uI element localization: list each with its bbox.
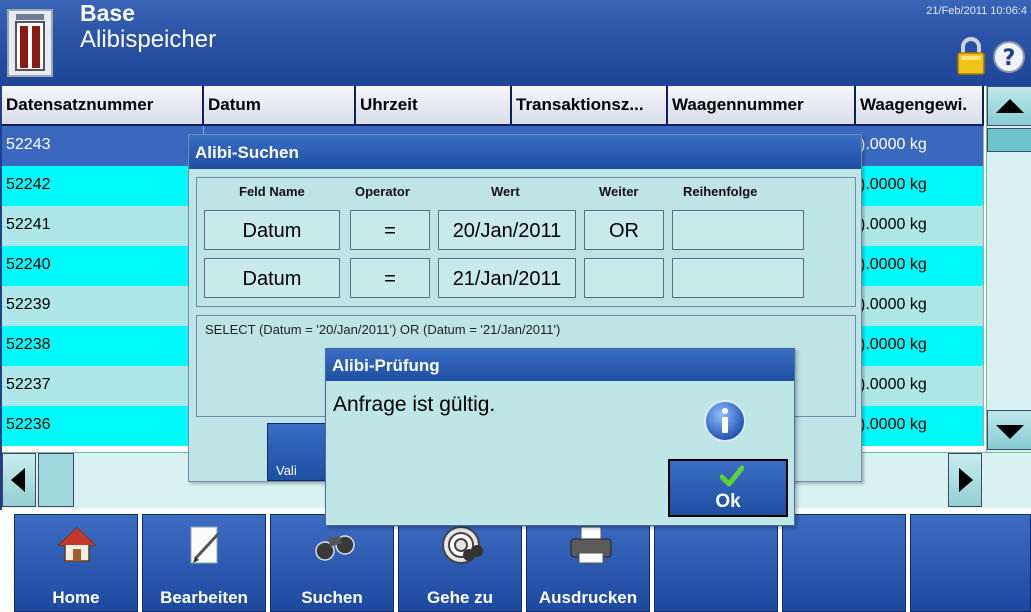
- empty-softkey[interactable]: [782, 514, 906, 612]
- goto-icon: [442, 526, 483, 564]
- search-criteria-grid: Feld Name Operator Wert Weiter Reihenfol…: [196, 177, 856, 307]
- column-label: Reihenfolge: [683, 184, 758, 199]
- column-header[interactable]: Datensatznummer: [2, 86, 204, 126]
- order-input[interactable]: [672, 210, 804, 250]
- record-number: 52239: [2, 286, 204, 326]
- order-input[interactable]: [672, 258, 804, 298]
- operator-input[interactable]: =: [350, 258, 430, 298]
- column-label: Operator: [355, 184, 410, 199]
- print-button[interactable]: Ausdrucken: [526, 514, 650, 612]
- ok-label: Ok: [715, 491, 741, 512]
- printer-icon: [570, 526, 612, 564]
- empty-softkey[interactable]: [910, 514, 1031, 612]
- edit-button[interactable]: Bearbeiten: [142, 514, 266, 612]
- empty-softkey[interactable]: [654, 514, 778, 612]
- scroll-thumb-horizontal[interactable]: [38, 453, 74, 507]
- check-dialog: Alibi-Prüfung Anfrage ist gültig. Ok: [325, 348, 795, 526]
- record-number: 52242: [2, 166, 204, 206]
- home-label: Home: [52, 588, 100, 607]
- record-number: 52240: [2, 246, 204, 286]
- weight-cell: ).0000 kg: [856, 406, 984, 446]
- column-header[interactable]: Waagengewi.: [856, 86, 984, 126]
- value-input[interactable]: 20/Jan/2011: [438, 210, 576, 250]
- triangle-right-icon: [959, 468, 973, 492]
- next-input[interactable]: [584, 258, 664, 298]
- scroll-thumb[interactable]: [987, 128, 1031, 152]
- record-number: 52238: [2, 326, 204, 366]
- weight-cell: ).0000 kg: [856, 366, 984, 406]
- svg-text:?: ?: [1003, 46, 1016, 71]
- weight-cell: ).0000 kg: [856, 206, 984, 246]
- column-label: Wert: [491, 184, 520, 199]
- weight-cell: ).0000 kg: [856, 246, 984, 286]
- scroll-left-button[interactable]: [2, 453, 36, 507]
- column-header[interactable]: Datum: [204, 86, 356, 126]
- next-input[interactable]: OR: [584, 210, 664, 250]
- search-label: Suchen: [301, 588, 363, 607]
- scroll-down-button[interactable]: [987, 410, 1031, 450]
- header-bar: Base Alibispeicher 21/Feb/2011 10:06:4 ?: [0, 0, 1031, 86]
- ok-button[interactable]: Ok: [668, 459, 788, 517]
- goto-label: Gehe zu: [426, 588, 494, 607]
- record-number: 52241: [2, 206, 204, 246]
- column-header[interactable]: Waagennummer: [668, 86, 856, 126]
- lock-icon[interactable]: [955, 36, 987, 76]
- triangle-down-icon: [996, 425, 1024, 439]
- value-input[interactable]: 21/Jan/2011: [438, 258, 576, 298]
- weight-cell: ).0000 kg: [856, 166, 984, 206]
- binoculars-icon: [315, 535, 355, 561]
- column-header[interactable]: Transaktionsz...: [512, 86, 668, 126]
- home-button[interactable]: Home: [14, 514, 138, 612]
- search-button[interactable]: Suchen: [270, 514, 394, 612]
- weight-cell: ).0000 kg: [856, 326, 984, 366]
- triangle-up-icon: [996, 99, 1024, 113]
- column-label: Feld Name: [239, 184, 305, 199]
- operator-input[interactable]: =: [350, 210, 430, 250]
- column-header[interactable]: Uhrzeit: [356, 86, 512, 126]
- goto-button[interactable]: Gehe zu: [398, 514, 522, 612]
- help-icon[interactable]: ?: [992, 40, 1026, 74]
- validate-label: Vali: [276, 463, 297, 478]
- scroll-right-button[interactable]: [948, 453, 982, 507]
- weight-cell: ).0000 kg: [856, 286, 984, 326]
- datetime-display: 21/Feb/2011 10:06:4: [926, 5, 1027, 17]
- page-title: Alibispeicher: [80, 26, 217, 53]
- field-name-input[interactable]: Datum: [204, 210, 340, 250]
- edit-label: Bearbeiten: [160, 588, 248, 607]
- check-dialog-title: Alibi-Prüfung: [326, 349, 794, 381]
- home-icon: [57, 526, 97, 562]
- vertical-scrollbar[interactable]: [986, 86, 1031, 452]
- field-name-input[interactable]: Datum: [204, 258, 340, 298]
- app-icon: [7, 9, 53, 77]
- edit-icon: [190, 526, 221, 564]
- scroll-up-button[interactable]: [987, 86, 1031, 126]
- table-header: Datensatznummer Datum Uhrzeit Transaktio…: [2, 86, 984, 126]
- record-number: 52243: [2, 126, 204, 166]
- checkmark-icon: [720, 465, 744, 487]
- print-label: Ausdrucken: [538, 588, 638, 607]
- app-title: Base: [80, 0, 135, 26]
- record-number: 52237: [2, 366, 204, 406]
- triangle-left-icon: [11, 468, 25, 492]
- record-number: 52236: [2, 406, 204, 446]
- search-dialog-title: Alibi-Suchen: [189, 135, 861, 169]
- info-icon: [704, 400, 746, 442]
- column-label: Weiter: [599, 184, 639, 199]
- check-message: Anfrage ist gültig.: [333, 393, 496, 416]
- weight-cell: ).0000 kg: [856, 126, 984, 166]
